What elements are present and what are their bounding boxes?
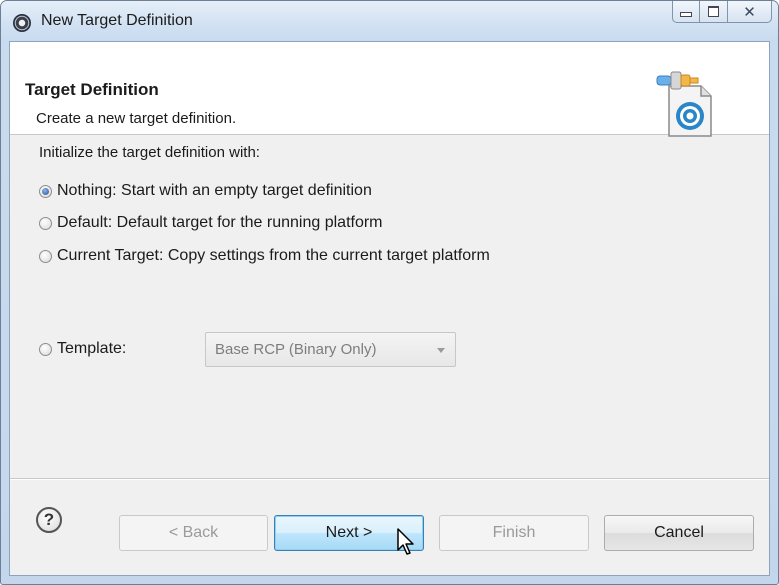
title-bar[interactable]: New Target Definition ✕ bbox=[1, 1, 778, 41]
minimize-button[interactable] bbox=[672, 1, 700, 23]
close-icon: ✕ bbox=[743, 2, 756, 21]
page-title: Target Definition bbox=[25, 80, 159, 99]
radio-label-template: Template: bbox=[57, 340, 127, 357]
close-button[interactable]: ✕ bbox=[728, 1, 772, 23]
dialog-window: New Target Definition ✕ Target Definitio… bbox=[0, 0, 779, 585]
chevron-down-icon bbox=[437, 348, 445, 353]
radio-option-template[interactable]: Template: bbox=[39, 340, 126, 358]
finish-button[interactable]: Finish bbox=[439, 515, 589, 551]
radio-label-nothing: Nothing: Start with an empty target defi… bbox=[57, 182, 372, 199]
template-combo-value: Base RCP (Binary Only) bbox=[215, 341, 377, 358]
radio-button[interactable] bbox=[39, 216, 52, 230]
help-icon: ? bbox=[43, 510, 55, 529]
help-button[interactable]: ? bbox=[36, 507, 62, 533]
cancel-button[interactable]: Cancel bbox=[604, 515, 754, 551]
radio-option-nothing[interactable]: Nothing: Start with an empty target defi… bbox=[39, 182, 372, 200]
back-button[interactable]: < Back bbox=[119, 515, 268, 551]
window-controls: ✕ bbox=[672, 1, 772, 23]
footer-separator bbox=[10, 478, 769, 480]
maximize-button[interactable] bbox=[700, 1, 728, 23]
page-description: Create a new target definition. bbox=[36, 110, 237, 127]
eclipse-icon bbox=[13, 14, 31, 32]
template-combo[interactable]: Base RCP (Binary Only) bbox=[205, 332, 456, 367]
radio-option-default[interactable]: Default: Default target for the running … bbox=[39, 214, 383, 232]
minimize-icon bbox=[680, 12, 692, 17]
dialog-client-area: Target Definition Create a new target de… bbox=[9, 41, 770, 576]
radio-label-current-target: Current Target: Copy settings from the c… bbox=[57, 247, 490, 264]
initialize-group-label: Initialize the target definition with: bbox=[39, 144, 260, 161]
target-definition-wizard-icon bbox=[656, 71, 712, 137]
radio-button-checked[interactable] bbox=[39, 184, 52, 198]
radio-button[interactable] bbox=[39, 342, 52, 356]
wizard-header: Target Definition Create a new target de… bbox=[10, 42, 769, 137]
mouse-cursor-icon bbox=[397, 528, 414, 555]
radio-label-default: Default: Default target for the running … bbox=[57, 214, 383, 231]
radio-option-current-target[interactable]: Current Target: Copy settings from the c… bbox=[39, 247, 490, 265]
maximize-icon bbox=[708, 6, 719, 17]
radio-button[interactable] bbox=[39, 249, 52, 263]
window-title: New Target Definition bbox=[41, 12, 193, 29]
